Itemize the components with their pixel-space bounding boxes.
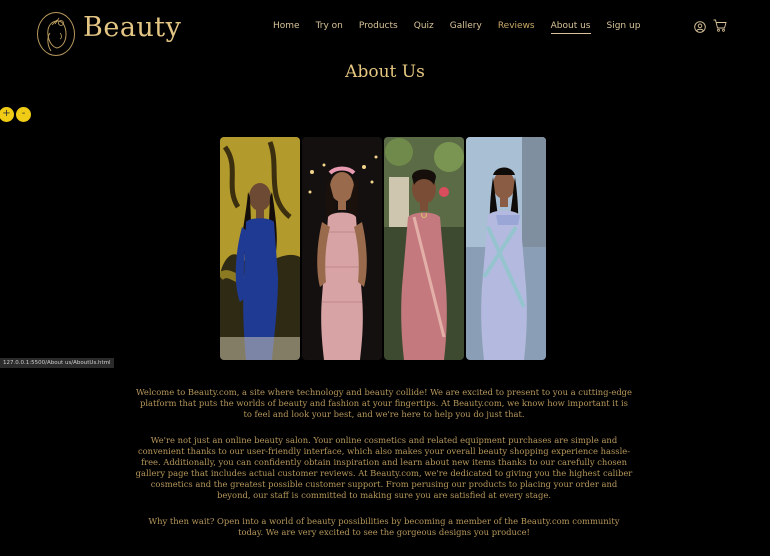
team-photo-4[interactable] [466,137,546,360]
nav-sign-up[interactable]: Sign up [607,21,641,34]
about-paragraph-2: We're not just an online beauty salon. Y… [135,435,633,500]
zoom-out-button[interactable]: - [16,107,31,122]
nav-home[interactable]: Home [273,21,300,34]
team-photo-1[interactable] [220,137,300,360]
nav-quiz[interactable]: Quiz [414,21,434,34]
nav-about-us[interactable]: About us [550,21,591,34]
team-photo-2[interactable] [302,137,382,360]
team-photo-3[interactable] [384,137,464,360]
nav-products[interactable]: Products [359,21,398,34]
cart-icon[interactable] [713,17,727,32]
zoom-in-button[interactable]: + [0,107,14,122]
woman-portrait-logo-icon[interactable] [37,12,75,56]
nav-gallery[interactable]: Gallery [450,21,482,34]
site-header: Beauty Home Try on Products Quiz Gallery… [0,0,770,60]
page-title: About Us [345,62,425,82]
about-paragraph-1: Welcome to Beauty.com, a site where tech… [135,387,632,419]
nav-try-on[interactable]: Try on [316,21,343,34]
user-icon[interactable] [694,18,706,33]
about-description: Welcome to Beauty.com, a site where tech… [135,387,633,553]
about-paragraph-3: Why then wait? Open into a world of beau… [148,516,620,537]
nav-reviews[interactable]: Reviews [498,21,535,34]
main-nav: Home Try on Products Quiz Gallery Review… [273,21,656,34]
brand-name[interactable]: Beauty [83,12,181,43]
team-photo-gallery [220,137,546,372]
browser-status-url: 127.0.0.1:5500/About us/AboutUs.html [0,358,114,368]
